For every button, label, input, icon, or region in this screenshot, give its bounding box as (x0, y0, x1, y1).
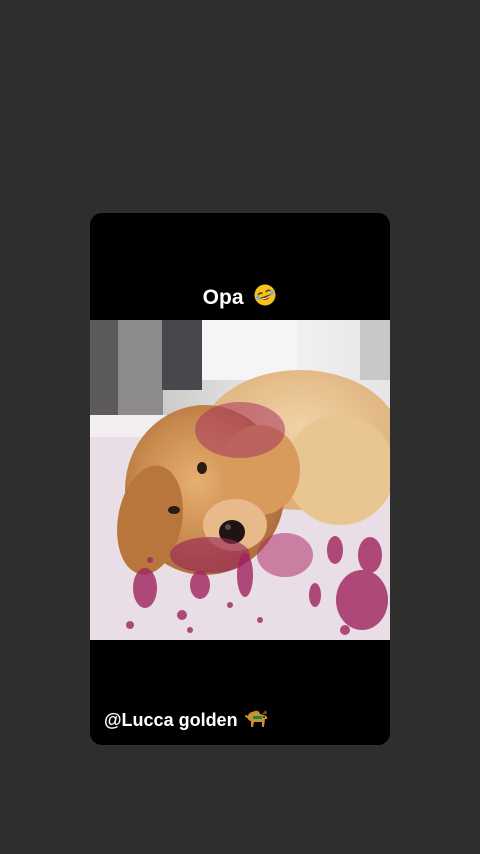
top-caption-text: Opa (202, 286, 244, 309)
bottom-caption: @Lucca golden (104, 707, 270, 735)
story-screen: Opa @Lucca golden (0, 0, 480, 854)
story-media[interactable] (90, 320, 390, 640)
rolling-on-floor-laughing-icon (253, 283, 277, 315)
top-caption: Opa (90, 283, 390, 315)
bottom-caption-text: @Lucca golden (104, 710, 238, 730)
dog-icon (244, 707, 270, 735)
golden-retriever-photo (90, 320, 390, 640)
story-card[interactable]: Opa @Lucca golden (90, 213, 390, 745)
